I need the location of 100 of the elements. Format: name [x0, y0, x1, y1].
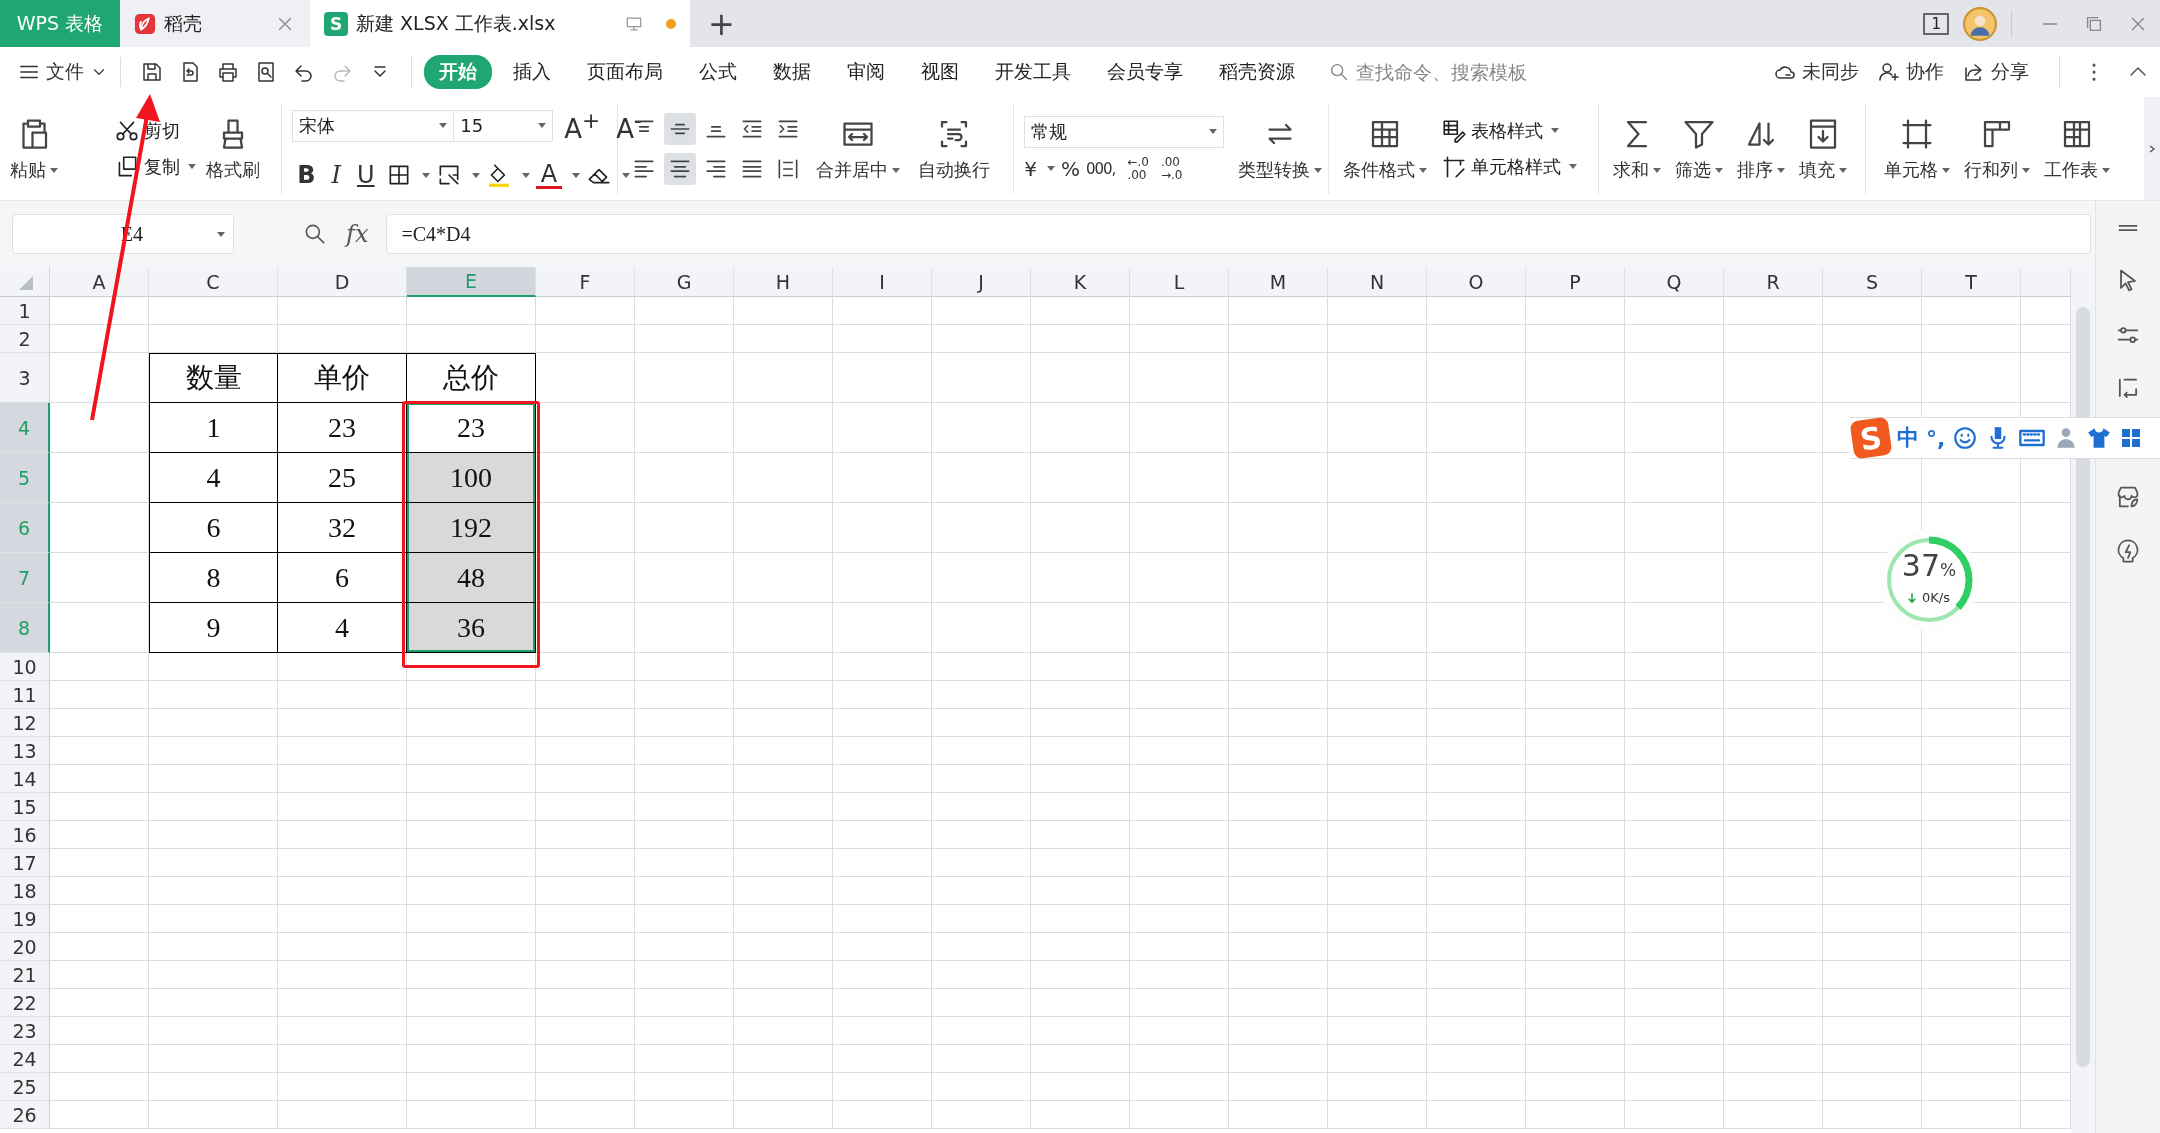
column-header[interactable]: I [833, 267, 932, 297]
ribbon-tab[interactable]: 公式 [684, 55, 752, 89]
column-header[interactable]: H [734, 267, 833, 297]
row-header[interactable]: 1 [0, 297, 50, 325]
ribbon-tab[interactable]: 插入 [498, 55, 566, 89]
row-header[interactable]: 3 [0, 353, 50, 403]
conditional-format-button[interactable]: 条件格式 [1339, 115, 1432, 182]
document-tab[interactable]: 稻壳 [120, 0, 310, 47]
scroll-right-button[interactable] [2144, 97, 2160, 200]
network-speed-toast[interactable]: 37% 0K/s [1879, 530, 1979, 630]
wrap-text-button[interactable]: 自动换行 [914, 115, 995, 182]
row-header[interactable]: 25 [0, 1073, 50, 1101]
new-tab-button[interactable]: + [690, 0, 753, 47]
row-header[interactable]: 20 [0, 933, 50, 961]
toolbar-action[interactable]: 分享 [1962, 59, 2029, 85]
row-header[interactable]: 21 [0, 961, 50, 989]
column-header[interactable]: K [1031, 267, 1130, 297]
paste-button[interactable]: 粘贴 [10, 115, 58, 182]
ribbon-tab[interactable]: 会员专享 [1092, 55, 1198, 89]
column-header[interactable]: A [50, 267, 149, 297]
row-header[interactable]: 24 [0, 1045, 50, 1073]
row-header[interactable]: 23 [0, 1017, 50, 1045]
column-header[interactable]: Q [1625, 267, 1724, 297]
ribbon-button[interactable]: 排序 [1732, 115, 1789, 182]
ribbon-tab[interactable]: 页面布局 [572, 55, 678, 89]
decimal-button[interactable]: .00 →.0 [1160, 155, 1183, 182]
column-header[interactable]: C [149, 267, 278, 297]
column-header[interactable]: T [1922, 267, 2021, 297]
row-header[interactable]: 11 [0, 681, 50, 709]
ribbon-button[interactable]: 行和列 [1959, 115, 2034, 182]
decimal-button[interactable]: ←.0 .00 [1127, 155, 1149, 182]
row-header[interactable]: 16 [0, 821, 50, 849]
search-field[interactable]: 查找命令、搜索模板 [1328, 60, 1558, 84]
row-header[interactable]: 10 [0, 653, 50, 681]
print-icon[interactable] [216, 60, 240, 84]
font-color-button[interactable]: A [535, 161, 563, 189]
ribbon-tab[interactable]: 稻壳资源 [1204, 55, 1310, 89]
column-header[interactable]: L [1130, 267, 1229, 297]
toolbar-action[interactable]: 未同步 [1773, 59, 1859, 85]
thousands-button[interactable]: 000, [1085, 159, 1116, 178]
font-size-select[interactable]: 15 [453, 109, 554, 142]
merge-center-button[interactable]: 合并居中 [812, 115, 905, 182]
column-header[interactable]: F [536, 267, 635, 297]
ribbon-button[interactable]: 筛选 [1670, 115, 1727, 182]
avatar[interactable] [1963, 6, 1997, 41]
row-header[interactable]: 18 [0, 877, 50, 905]
bold-button[interactable]: B [292, 161, 321, 190]
format-painter-button[interactable]: 格式刷 [206, 115, 260, 182]
ribbon-tab[interactable]: 审阅 [832, 55, 900, 89]
convert-type-button[interactable]: 类型转换 [1234, 115, 1327, 182]
punctuation-button[interactable]: °, [1926, 425, 1946, 451]
row-header[interactable]: 12 [0, 709, 50, 737]
row-header[interactable]: 26 [0, 1101, 50, 1129]
smiley-icon[interactable] [1952, 425, 1979, 451]
unsaved-dot [666, 18, 676, 29]
ribbon-button[interactable]: 工作表 [2039, 115, 2114, 182]
function-button[interactable]: fx [346, 220, 369, 248]
toolbar-action[interactable]: 协作 [1877, 59, 1944, 85]
column-header[interactable]: S [1823, 267, 1922, 297]
ribbon-tab[interactable]: 开发工具 [980, 55, 1086, 89]
shirt-icon[interactable] [2086, 425, 2113, 451]
row-header[interactable]: 19 [0, 905, 50, 933]
align-middle-icon[interactable] [664, 112, 697, 145]
currency-button[interactable]: ¥ [1024, 156, 1037, 181]
percent-button[interactable]: % [1060, 156, 1080, 181]
column-header[interactable]: J [932, 267, 1031, 297]
column-header[interactable]: G [635, 267, 734, 297]
row-header[interactable]: 15 [0, 793, 50, 821]
ribbon-tab[interactable]: 视图 [906, 55, 974, 89]
ribbon-button[interactable]: 求和 [1608, 115, 1665, 182]
document-tab[interactable]: S 新建 XLSX 工作表.xlsx [310, 0, 690, 47]
ribbon-button[interactable]: 填充 [1794, 115, 1851, 182]
column-header[interactable]: N [1328, 267, 1427, 297]
row-header[interactable]: 14 [0, 765, 50, 793]
number-format-select[interactable]: 常规 [1024, 115, 1225, 148]
align-center-icon[interactable] [664, 152, 697, 185]
ribbon-button[interactable]: 单元格 [1879, 115, 1954, 182]
input-mode-button[interactable]: 中 [1897, 423, 1919, 453]
column-header[interactable]: O [1427, 267, 1526, 297]
underline-button[interactable]: U [352, 161, 380, 190]
copy-button[interactable]: 复制 [114, 153, 196, 180]
column-header[interactable]: R [1724, 267, 1823, 297]
row-header[interactable]: 2 [0, 325, 50, 353]
formula-field[interactable]: =C4*D4 [386, 214, 2091, 254]
row-header[interactable]: 13 [0, 737, 50, 765]
table-style-button[interactable]: 表格样式 [1441, 117, 1578, 144]
column-header[interactable]: P [1526, 267, 1625, 297]
increase-font-button[interactable]: A$^{+}$ [559, 107, 606, 144]
vertical-scrollbar[interactable] [2071, 267, 2095, 1133]
cell-style-button[interactable]: 单元格样式 [1441, 153, 1578, 180]
row-header[interactable]: 22 [0, 989, 50, 1017]
column-header[interactable]: M [1229, 267, 1328, 297]
save-icon[interactable] [140, 60, 164, 84]
file-menu[interactable]: 文件 [18, 59, 108, 85]
italic-button[interactable]: I [326, 161, 347, 190]
font-name-select[interactable]: 宋体 [292, 109, 455, 142]
window-count[interactable]: 1 [1923, 12, 1949, 35]
add-user-icon [1877, 60, 1901, 84]
ribbon-tab[interactable]: 数据 [758, 55, 826, 89]
row-header[interactable]: 17 [0, 849, 50, 877]
